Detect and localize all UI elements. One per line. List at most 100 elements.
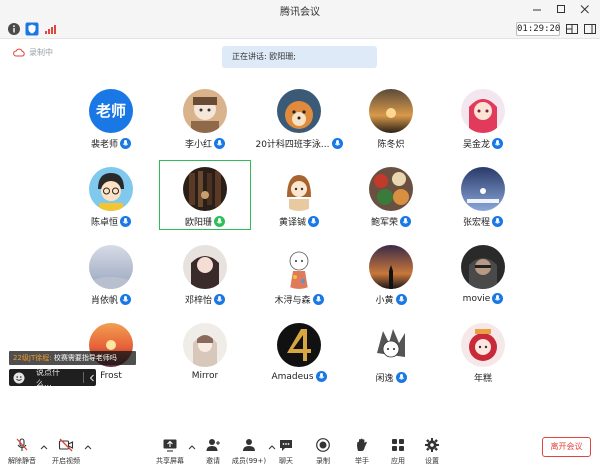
participant-tile[interactable]: 鲍军荣 (345, 160, 437, 230)
recording-indicator[interactable]: 录制中 (13, 45, 53, 59)
mic-muted-icon (14, 437, 30, 453)
participant-tile[interactable]: Amadeus (253, 316, 345, 386)
screen-share-icon (162, 437, 178, 453)
participant-tile[interactable]: Mirror (159, 316, 251, 386)
cloud-icon (13, 48, 25, 57)
participant-name: Amadeus (271, 371, 314, 382)
participant-tile[interactable]: 小黄 (345, 238, 437, 308)
participant-tile[interactable]: 闲逸 (345, 316, 437, 386)
avatar (183, 245, 227, 289)
avatar (183, 323, 227, 367)
participant-name: 年糕 (473, 374, 492, 384)
participant-tile[interactable]: 木浔与森 (253, 238, 345, 308)
chat-input[interactable]: 说点什么... (36, 367, 75, 389)
participant-tile[interactable]: 李小红 (159, 82, 251, 152)
participant-name: 黄译铖 (278, 218, 306, 228)
participant-tile[interactable]: 年糕 (437, 316, 529, 386)
participant-name: 邓梓怡 (184, 296, 212, 306)
chevron-up-icon[interactable] (84, 444, 92, 450)
unmute-button[interactable]: 解除静音 (2, 437, 42, 465)
participant-name: 肖依帆 (90, 296, 118, 306)
participant-tile[interactable]: movie (437, 238, 529, 308)
participant-name: 陈冬炽 (377, 140, 405, 150)
camera-off-icon (58, 437, 74, 453)
chat-input-bar[interactable]: 说点什么... (9, 367, 96, 389)
mic-icon (395, 372, 407, 383)
mic-icon (214, 216, 225, 227)
shield-icon[interactable] (25, 22, 39, 36)
chat-message: 22级JT徐程: 校赛需要指导老师吗 (9, 351, 136, 365)
info-icon[interactable] (7, 22, 21, 36)
start-video-button[interactable]: 开启视频 (46, 437, 86, 465)
participant-tile[interactable]: 邓梓怡 (159, 238, 251, 308)
participant-name: 20计科四班李泳... (255, 140, 330, 150)
avatar (369, 89, 413, 133)
avatar (461, 245, 505, 289)
participant-name: 鲍军荣 (370, 218, 398, 228)
mic-icon (308, 216, 319, 227)
chevron-left-icon[interactable] (88, 374, 96, 382)
mic-icon (492, 216, 503, 227)
mic-icon (214, 294, 225, 305)
apps-grid-icon (390, 437, 406, 453)
leave-meeting-button[interactable]: 离开会议 (542, 437, 591, 457)
participant-tile[interactable]: 陈冬炽 (345, 82, 437, 152)
participant-name: 吴金龙 (462, 140, 490, 150)
participant-name: Mirror (191, 371, 219, 381)
participant-name: 木浔与森 (274, 296, 311, 306)
avatar (89, 245, 133, 289)
avatar: 老师 (89, 89, 133, 133)
participant-tile[interactable]: 黄译铖 (253, 160, 345, 230)
signal-icon[interactable] (43, 22, 57, 36)
chat-bubble-icon (278, 437, 294, 453)
speaking-banner: 正在讲话: 欧阳珊; (222, 46, 377, 68)
layout-icon[interactable] (565, 22, 579, 36)
mic-icon (120, 138, 131, 149)
avatar (277, 167, 321, 211)
settings-button[interactable]: 设置 (412, 437, 452, 465)
avatar (369, 323, 413, 367)
participant-tile[interactable]: 吴金龙 (437, 82, 529, 152)
sidebar-icon[interactable] (583, 22, 597, 36)
mic-icon (395, 294, 407, 305)
participant-name: 欧阳珊 (184, 218, 212, 228)
avatar (89, 167, 133, 211)
participant-tile[interactable]: 20计科四班李泳... (253, 82, 345, 152)
share-screen-button[interactable]: 共享屏幕 (150, 437, 190, 465)
avatar (183, 167, 227, 211)
participant-tile[interactable]: 张宏程 (437, 160, 529, 230)
mic-icon (331, 138, 343, 149)
mic-icon (312, 294, 324, 305)
add-user-icon (205, 437, 221, 453)
close-icon[interactable] (577, 2, 593, 17)
mic-icon (492, 138, 503, 149)
participant-tile[interactable]: 肖依帆 (65, 238, 157, 308)
hand-icon (354, 437, 370, 453)
maximize-icon[interactable] (553, 2, 569, 17)
avatar (277, 245, 321, 289)
participant-name: 闲逸 (375, 374, 394, 384)
avatar (183, 89, 227, 133)
chat-sender: 22级JT徐程: (13, 354, 52, 362)
mic-icon (400, 216, 411, 227)
avatar (277, 323, 321, 367)
avatar (277, 89, 321, 133)
window-title: 腾讯会议 (280, 7, 320, 18)
divider (83, 372, 84, 383)
avatar (461, 89, 505, 133)
record-button[interactable]: 录制 (303, 437, 343, 465)
minimize-icon[interactable] (529, 2, 545, 17)
mic-icon (214, 138, 225, 149)
emoji-icon[interactable] (13, 372, 25, 384)
participant-tile[interactable]: 老师 裴老师 (65, 82, 157, 152)
users-icon (241, 437, 257, 453)
participant-name: movie (462, 293, 491, 304)
bottom-toolbar: 解除静音 开启视频 共享屏幕 邀请 成员(99+) 聊天 录制 举手 应用 设置 (0, 434, 600, 466)
participant-tile-active[interactable]: 欧阳珊 (159, 160, 251, 230)
participant-name: 张宏程 (462, 218, 490, 228)
title-bar: 腾讯会议 (0, 0, 600, 19)
record-icon (315, 437, 331, 453)
meeting-timer: 01:29:20 (516, 22, 561, 36)
avatar (461, 323, 505, 367)
participant-tile[interactable]: 陈卓恒 (65, 160, 157, 230)
